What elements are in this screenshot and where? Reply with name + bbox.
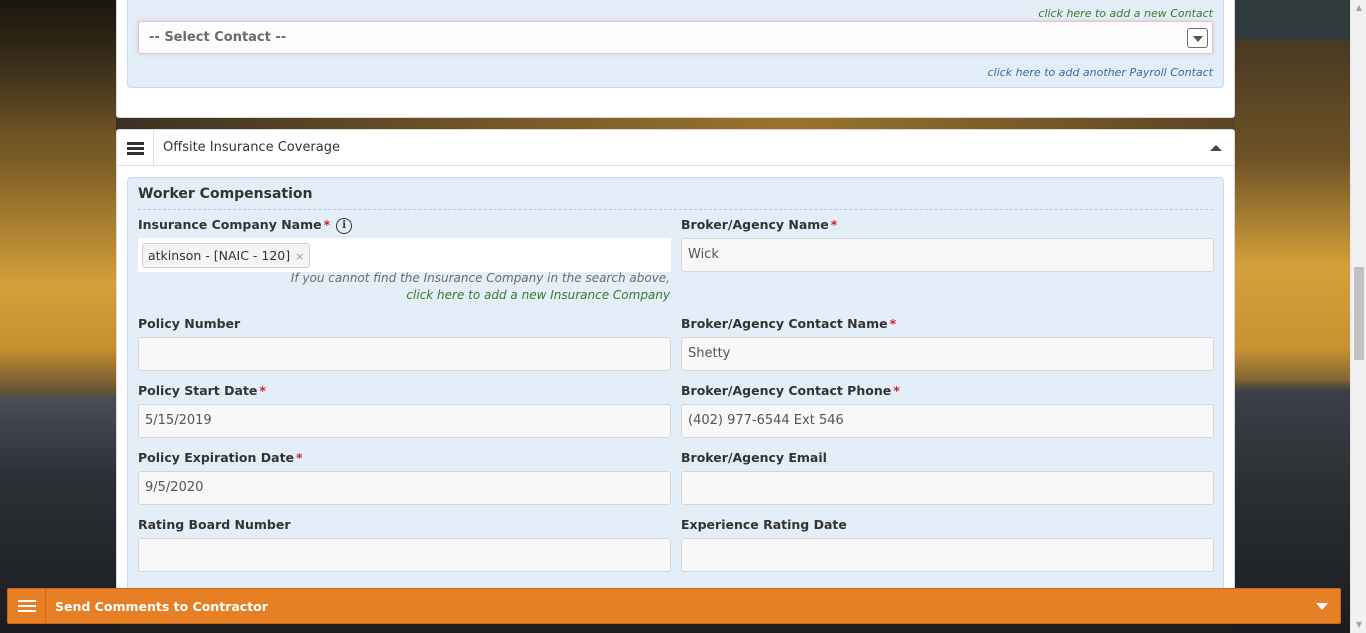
broker-name-input[interactable]: Wick [681, 238, 1214, 272]
coverage-title: Offsite Insurance Coverage [163, 140, 340, 155]
add-contact-link[interactable]: click here to add a new Contact [1038, 7, 1213, 20]
broker-contact-label: Broker/Agency Contact Name * [681, 316, 897, 331]
caret-up-icon[interactable] [1210, 145, 1222, 151]
broker-email-input[interactable] [681, 471, 1214, 505]
experience-rating-input[interactable] [681, 538, 1214, 572]
add-payroll-contact-link[interactable]: click here to add another Payroll Contac… [988, 66, 1213, 79]
background-right [1235, 0, 1350, 633]
scroll-down-arrow[interactable]: ▼ [1351, 617, 1366, 633]
broker-name-label: Broker/Agency Name * [681, 217, 838, 232]
rating-board-label: Rating Board Number [138, 517, 291, 532]
broker-phone-input[interactable]: (402) 977-6544 Ext 546 [681, 404, 1214, 438]
scroll-thumb[interactable] [1354, 267, 1364, 360]
send-comments-label: Send Comments to Contractor [55, 599, 268, 614]
experience-rating-label: Experience Rating Date [681, 517, 847, 532]
broker-phone-label: Broker/Agency Contact Phone * [681, 383, 900, 398]
policy-start-input[interactable]: 5/15/2019 [138, 404, 671, 438]
remove-tag-icon[interactable]: × [295, 250, 304, 263]
contact-panel: click here to add a new Contact -- Selec… [116, 0, 1235, 118]
dropdown-arrow-icon[interactable] [1187, 28, 1208, 48]
caret-down-icon[interactable] [1316, 603, 1328, 610]
broker-contact-input[interactable]: Shetty [681, 337, 1214, 371]
send-comments-bar[interactable]: Send Comments to Contractor [7, 588, 1341, 624]
worker-comp-title: Worker Compensation [138, 186, 313, 202]
hamburger-icon[interactable] [8, 589, 46, 623]
page-scrollbar[interactable]: ▲ ▼ [1350, 0, 1366, 633]
scroll-up-arrow[interactable]: ▲ [1351, 0, 1366, 16]
policy-number-label: Policy Number [138, 316, 241, 331]
divider [138, 209, 1213, 210]
background-gap [116, 116, 1235, 130]
select-contact-dropdown[interactable]: -- Select Contact -- [138, 21, 1213, 54]
rating-board-input[interactable] [138, 538, 671, 572]
insurance-company-hint: If you cannot find the Insurance Company… [290, 271, 670, 285]
insurance-company-label: Insurance Company Name * i [138, 217, 353, 234]
payroll-contact-box: click here to add a new Contact -- Selec… [127, 0, 1224, 88]
worker-compensation-box: Worker Compensation Insurance Company Na… [127, 177, 1224, 597]
policy-number-input[interactable] [138, 337, 671, 371]
add-insurance-company-link[interactable]: click here to add a new Insurance Compan… [406, 288, 670, 302]
insurance-company-tag: atkinson - [NAIC - 120] × [142, 243, 311, 268]
offsite-insurance-panel: Offsite Insurance Coverage Worker Compen… [116, 129, 1235, 597]
policy-start-label: Policy Start Date * [138, 383, 266, 398]
broker-email-label: Broker/Agency Email [681, 450, 827, 465]
policy-expiration-label: Policy Expiration Date * [138, 450, 303, 465]
hamburger-icon[interactable] [117, 130, 154, 166]
info-icon[interactable]: i [336, 217, 353, 234]
select-contact-text: -- Select Contact -- [149, 30, 287, 45]
policy-expiration-input[interactable]: 9/5/2020 [138, 471, 671, 505]
coverage-header[interactable]: Offsite Insurance Coverage [117, 130, 1234, 166]
insurance-company-input[interactable]: atkinson - [NAIC - 120] × [138, 238, 671, 272]
background-left [0, 0, 116, 633]
